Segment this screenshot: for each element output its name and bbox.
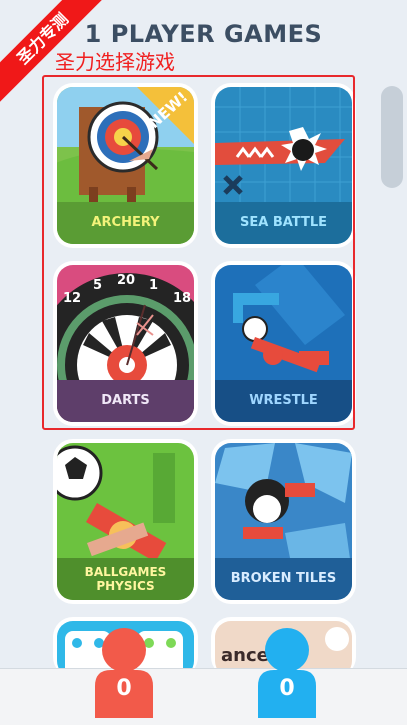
- game-label: BROKEN TILES: [215, 558, 352, 600]
- player-2-score: 0: [279, 676, 295, 701]
- selection-highlight: [42, 75, 355, 430]
- player-1-avatar[interactable]: 0: [89, 628, 159, 718]
- game-label-line: PHYSICS: [96, 579, 155, 593]
- game-label-line: BALLGAMES: [84, 565, 167, 579]
- overlay-annotation: 圣力选择游戏: [55, 50, 175, 74]
- game-label: BALLGAMES PHYSICS: [57, 558, 194, 600]
- bottom-bar: [0, 668, 407, 725]
- game-card-broken-tiles[interactable]: BROKEN TILES: [211, 439, 356, 604]
- player-2-avatar[interactable]: 0: [252, 628, 322, 718]
- player-1-score: 0: [116, 676, 132, 701]
- scrollbar-thumb[interactable]: [381, 86, 403, 188]
- game-card-ballgames-physics[interactable]: BALLGAMES PHYSICS: [53, 439, 198, 604]
